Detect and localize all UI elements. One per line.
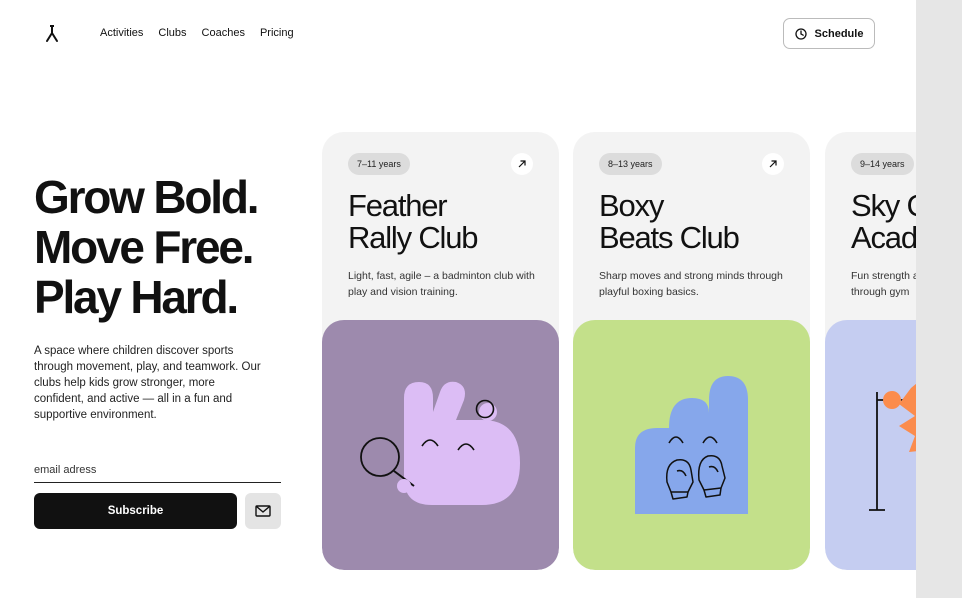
club-description: Sharp moves and strong minds through pla… bbox=[599, 270, 783, 298]
email-field[interactable] bbox=[34, 458, 281, 483]
club-title-line: Rally Club bbox=[348, 220, 478, 255]
schedule-button[interactable]: Schedule bbox=[783, 18, 875, 49]
gym-bar-illustration bbox=[869, 383, 916, 511]
schedule-label: Schedule bbox=[814, 27, 864, 40]
hero-title-line: Move Free. bbox=[34, 221, 255, 273]
nav-pricing[interactable]: Pricing bbox=[260, 27, 294, 39]
club-illustration bbox=[573, 320, 810, 570]
age-badge: 8–13 years bbox=[599, 153, 662, 175]
envelope-icon bbox=[255, 505, 271, 517]
clock-icon bbox=[794, 27, 807, 40]
club-illustration bbox=[322, 320, 559, 570]
nav-coaches[interactable]: Coaches bbox=[202, 27, 245, 39]
logo-icon[interactable] bbox=[44, 22, 62, 44]
age-badge: 9–14 years bbox=[851, 153, 914, 175]
club-title-line: Academy bbox=[851, 220, 916, 255]
nav-clubs[interactable]: Clubs bbox=[158, 27, 186, 39]
subscribe-button[interactable]: Subscribe bbox=[34, 493, 237, 529]
nav-activities[interactable]: Activities bbox=[100, 27, 143, 39]
club-title-line: Boxy bbox=[599, 188, 664, 223]
club-illustration bbox=[825, 320, 916, 570]
club-card-feather[interactable]: 7–11 years Feather Rally Club Light, fas… bbox=[322, 132, 559, 570]
club-title-line: Feather bbox=[348, 188, 448, 223]
hero-title-line: Play Hard. bbox=[34, 271, 239, 323]
hero-title-line: Grow Bold. bbox=[34, 171, 260, 223]
page: Activities Clubs Coaches Pricing Schedul… bbox=[0, 0, 916, 598]
club-card-skygrip[interactable]: 9–14 years Sky Grip Academy Fun strength… bbox=[825, 132, 916, 570]
mail-button[interactable] bbox=[245, 493, 281, 529]
main-nav: Activities Clubs Coaches Pricing bbox=[100, 27, 294, 39]
club-title-line: Sky Grip bbox=[851, 188, 916, 223]
boxing-illustration bbox=[635, 376, 748, 514]
side-strip bbox=[916, 0, 962, 598]
club-description: Fun strength and endurance on bars and t… bbox=[851, 270, 916, 298]
club-title: Feather Rally Club bbox=[348, 188, 478, 255]
age-badge: 7–11 years bbox=[348, 153, 410, 175]
arrow-up-right-icon[interactable] bbox=[511, 153, 533, 175]
club-title: Sky Grip Academy bbox=[851, 190, 916, 254]
arrow-up-right-icon[interactable] bbox=[762, 153, 784, 175]
hero-description: A space where children discover sports t… bbox=[34, 345, 261, 421]
club-card-boxy[interactable]: 8–13 years Boxy Beats Club Sharp moves a… bbox=[573, 132, 810, 570]
badminton-illustration bbox=[360, 381, 520, 505]
club-title-line: Beats Club bbox=[599, 220, 740, 255]
hero-title: Grow Bold. Move Free. Play Hard. bbox=[34, 171, 260, 323]
club-title: Boxy Beats Club bbox=[599, 188, 740, 255]
club-description: Light, fast, agile – a badminton club wi… bbox=[348, 270, 535, 298]
